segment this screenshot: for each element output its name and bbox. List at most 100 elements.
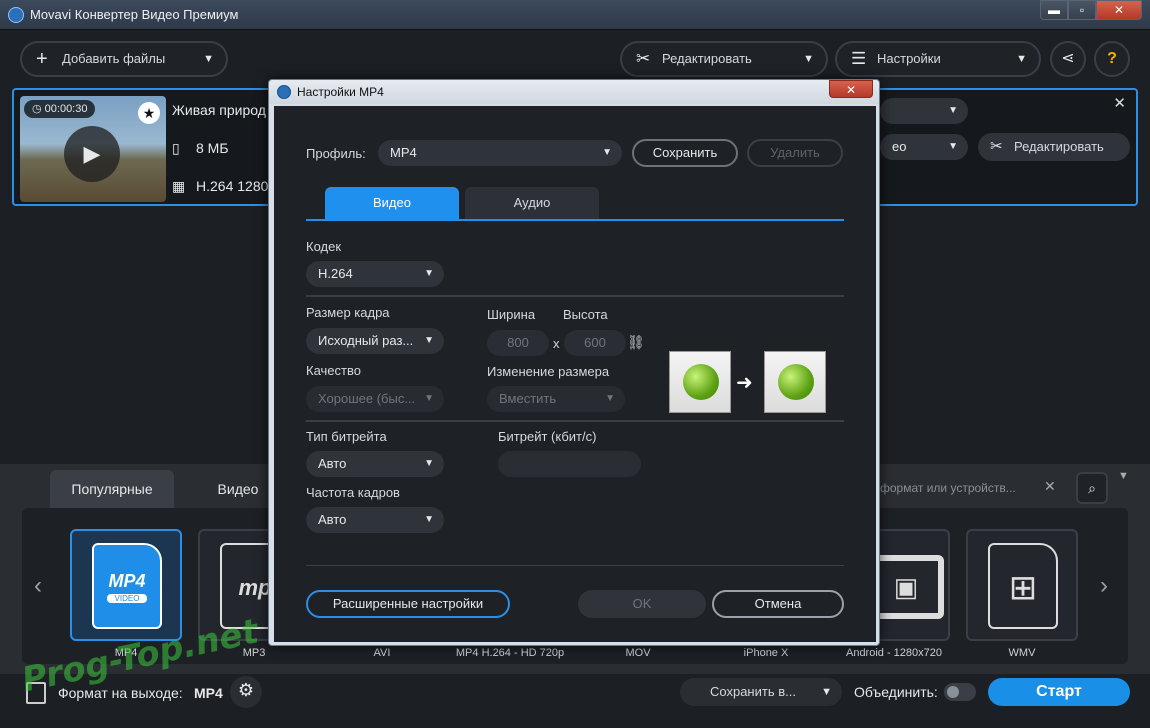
chevron-down-icon: ▼: [821, 686, 832, 698]
minimize-button[interactable]: ▬: [1040, 0, 1068, 20]
mp4-icon-sub: VIDEO: [107, 594, 147, 603]
footer-bar: [0, 674, 1150, 728]
chevron-down-icon: ▼: [948, 105, 958, 116]
settings-label: Настройки: [877, 51, 941, 66]
frame-size-dropdown[interactable]: Исходный раз... ▼: [306, 328, 444, 354]
chevron-down-icon: ▼: [424, 268, 434, 279]
device-search-button[interactable]: ⌕: [1076, 472, 1108, 504]
title-bar: Movavi Конвертер Видео Премиум ▬ ▫ ✕: [0, 0, 1150, 30]
window-title: Movavi Конвертер Видео Премиум: [30, 7, 239, 22]
tab-video-settings[interactable]: Видео: [325, 187, 459, 219]
mp4-file-icon: MP4 VIDEO: [92, 543, 162, 629]
file-edit-button[interactable]: ✂ Редактировать: [978, 133, 1130, 161]
codec-value: H.264: [318, 266, 353, 281]
edit-label: Редактировать: [662, 51, 752, 66]
quality-dropdown[interactable]: Хорошее (быс... ▼: [306, 386, 444, 412]
film-icon: ▦: [172, 178, 186, 194]
star-icon[interactable]: ★: [138, 102, 160, 124]
settings-button[interactable]: ☰ Настройки ▼: [835, 41, 1041, 77]
divider: [306, 295, 844, 297]
start-button[interactable]: Старт: [988, 678, 1130, 706]
profile-delete-button[interactable]: Удалить: [747, 139, 843, 167]
fps-value: Авто: [318, 512, 347, 527]
chevron-down-icon: ▼: [424, 335, 434, 346]
chevron-down-icon: ▼: [424, 393, 434, 404]
add-files-button[interactable]: + Добавить файлы ▼: [20, 41, 228, 77]
save-to-label: Сохранить в...: [710, 684, 796, 699]
width-input[interactable]: 800: [487, 330, 549, 356]
height-input[interactable]: 600: [564, 330, 626, 356]
remove-file-icon[interactable]: ✕: [1113, 94, 1126, 112]
tools-icon: ✂: [636, 49, 651, 68]
profile-save-button[interactable]: Сохранить: [632, 139, 738, 167]
file-codec: H.264 1280: [196, 178, 269, 194]
resize-dropdown[interactable]: Вместить ▼: [487, 386, 625, 412]
edit-button[interactable]: ✂ Редактировать ▼: [620, 41, 828, 77]
file-subtitle-dropdown[interactable]: ео ▼: [880, 134, 968, 160]
mp4-icon-text: MP4: [108, 571, 146, 591]
format-label-wmv: WMV: [1008, 647, 1036, 659]
maximize-button[interactable]: ▫: [1068, 0, 1096, 20]
chevron-down-icon: ▼: [605, 393, 615, 404]
save-to-button[interactable]: Сохранить в... ▼: [680, 678, 842, 706]
output-settings-button[interactable]: ⚙: [230, 676, 262, 708]
add-files-label: Добавить файлы: [62, 51, 166, 66]
clear-search-icon[interactable]: ✕: [1044, 478, 1056, 495]
scroll-right-icon[interactable]: ›: [1100, 572, 1108, 600]
chevron-down-icon: ▼: [424, 514, 434, 525]
file-icon: ▯: [172, 140, 180, 156]
format-tile-wmv[interactable]: ⊞: [966, 529, 1078, 641]
tab-popular[interactable]: Популярные: [50, 470, 174, 508]
file-size: 8 МБ: [196, 140, 229, 156]
dialog-title: Настройки MP4: [297, 85, 384, 99]
bitrate-type-dropdown[interactable]: Авто ▼: [306, 451, 444, 477]
merge-label: Объединить:: [854, 684, 938, 700]
merge-toggle[interactable]: [944, 683, 976, 701]
bitrate-input[interactable]: [498, 451, 641, 477]
windows-icon: ⊞: [988, 543, 1058, 629]
close-window-button[interactable]: ✕: [1096, 0, 1142, 20]
play-icon[interactable]: ▶: [64, 126, 120, 182]
sliders-icon: ☰: [851, 49, 867, 68]
dialog-close-button[interactable]: ✕: [829, 80, 873, 98]
help-button[interactable]: ?: [1094, 41, 1130, 77]
fps-dropdown[interactable]: Авто ▼: [306, 507, 444, 533]
result-preview-image: [764, 351, 826, 413]
arrow-right-icon: ➜: [736, 372, 753, 394]
dialog-title-bar: Настройки MP4 ✕: [269, 80, 879, 104]
output-format-value: MP4: [194, 685, 223, 701]
share-button[interactable]: ⋖: [1050, 41, 1086, 77]
resize-label: Изменение размера: [487, 364, 610, 379]
chevron-down-icon: ▼: [1016, 53, 1027, 65]
codec-dropdown[interactable]: H.264 ▼: [306, 261, 444, 287]
height-label: Высота: [563, 307, 608, 322]
chevron-down-icon: ▼: [203, 53, 214, 65]
duration-badge: ◷ 00:00:30: [24, 100, 96, 118]
link-icon[interactable]: ⛓: [627, 334, 645, 351]
format-tile-mp4[interactable]: MP4 VIDEO: [70, 529, 182, 641]
file-edit-label: Редактировать: [1014, 139, 1104, 154]
video-thumbnail[interactable]: ◷ 00:00:30 ★ ▶: [20, 96, 166, 202]
plus-icon: +: [36, 48, 48, 70]
divider: [306, 565, 844, 566]
app-window: Movavi Конвертер Видео Премиум ▬ ▫ ✕ + Д…: [0, 0, 1150, 728]
dimension-separator: x: [553, 336, 560, 351]
format-search-input[interactable]: формат или устройств...: [880, 474, 1066, 502]
scroll-left-icon[interactable]: ‹: [34, 572, 42, 600]
cancel-button[interactable]: Отмена: [712, 590, 844, 618]
chevron-down-icon: ▼: [803, 53, 814, 65]
divider: [306, 420, 844, 422]
tab-audio-settings[interactable]: Аудио: [465, 187, 599, 219]
subtitle-dropdown-label: ео: [892, 139, 907, 154]
profile-dropdown[interactable]: MP4 ▼: [378, 140, 622, 166]
advanced-settings-button[interactable]: Расширенные настройки: [306, 590, 510, 618]
chevron-down-icon: ▼: [948, 141, 958, 152]
width-label: Ширина: [487, 307, 536, 322]
bitrate-type-label: Тип битрейта: [306, 429, 387, 444]
bitrate-type-value: Авто: [318, 456, 347, 471]
ok-button[interactable]: OK: [578, 590, 706, 618]
gear-icon: ⚙: [237, 680, 255, 700]
file-audio-dropdown[interactable]: ▼: [880, 98, 968, 124]
profile-label: Профиль:: [306, 146, 366, 161]
collapse-icon[interactable]: ▼: [1118, 470, 1129, 482]
